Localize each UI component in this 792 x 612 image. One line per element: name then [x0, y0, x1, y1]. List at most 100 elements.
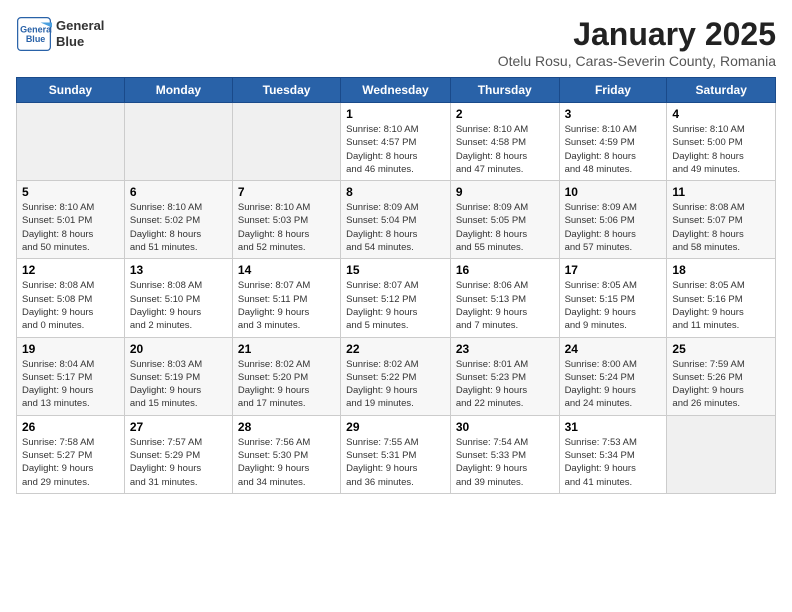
day-number: 4: [672, 107, 770, 121]
day-header-thursday: Thursday: [450, 78, 559, 103]
day-info: Sunrise: 7:56 AM Sunset: 5:30 PM Dayligh…: [238, 436, 335, 489]
day-number: 29: [346, 420, 445, 434]
calendar-cell: 16 Sunrise: 8:06 AM Sunset: 5:13 PM Dayli…: [450, 259, 559, 337]
day-number: 27: [130, 420, 227, 434]
day-number: 14: [238, 263, 335, 277]
day-info: Sunrise: 8:09 AM Sunset: 5:06 PM Dayligh…: [565, 201, 662, 254]
calendar-cell: [124, 103, 232, 181]
day-number: 24: [565, 342, 662, 356]
calendar-cell: 3 Sunrise: 8:10 AM Sunset: 4:59 PM Daylig…: [559, 103, 667, 181]
day-number: 19: [22, 342, 119, 356]
calendar-cell: 2 Sunrise: 8:10 AM Sunset: 4:58 PM Daylig…: [450, 103, 559, 181]
day-number: 2: [456, 107, 554, 121]
calendar-cell: 15 Sunrise: 8:07 AM Sunset: 5:12 PM Dayli…: [341, 259, 451, 337]
calendar-cell: 21 Sunrise: 8:02 AM Sunset: 5:20 PM Dayli…: [232, 337, 340, 415]
week-row-2: 5Sunrise: 8:10 AM Sunset: 5:01 PM Daylig…: [17, 181, 776, 259]
calendar-cell: 12Sunrise: 8:08 AM Sunset: 5:08 PM Dayli…: [17, 259, 125, 337]
day-info: Sunrise: 8:07 AM Sunset: 5:11 PM Dayligh…: [238, 279, 335, 332]
day-number: 30: [456, 420, 554, 434]
day-number: 1: [346, 107, 445, 121]
day-info: Sunrise: 8:04 AM Sunset: 5:17 PM Dayligh…: [22, 358, 119, 411]
day-info: Sunrise: 8:10 AM Sunset: 4:58 PM Dayligh…: [456, 123, 554, 176]
day-info: Sunrise: 8:05 AM Sunset: 5:15 PM Dayligh…: [565, 279, 662, 332]
calendar-table: SundayMondayTuesdayWednesdayThursdayFrid…: [16, 77, 776, 494]
calendar-cell: 14 Sunrise: 8:07 AM Sunset: 5:11 PM Dayli…: [232, 259, 340, 337]
calendar-cell: [17, 103, 125, 181]
header-row: SundayMondayTuesdayWednesdayThursdayFrid…: [17, 78, 776, 103]
calendar-cell: 7Sunrise: 8:10 AM Sunset: 5:03 PM Daylig…: [232, 181, 340, 259]
calendar-title: January 2025: [498, 16, 776, 53]
calendar-cell: 18 Sunrise: 8:05 AM Sunset: 5:16 PM Dayli…: [667, 259, 776, 337]
calendar-cell: 27 Sunrise: 7:57 AM Sunset: 5:29 PM Dayli…: [124, 415, 232, 493]
day-info: Sunrise: 7:53 AM Sunset: 5:34 PM Dayligh…: [565, 436, 662, 489]
calendar-cell: 17 Sunrise: 8:05 AM Sunset: 5:15 PM Dayli…: [559, 259, 667, 337]
calendar-cell: 20Sunrise: 8:03 AM Sunset: 5:19 PM Dayli…: [124, 337, 232, 415]
day-number: 7: [238, 185, 335, 199]
calendar-cell: 29 Sunrise: 7:55 AM Sunset: 5:31 PM Dayli…: [341, 415, 451, 493]
day-info: Sunrise: 7:57 AM Sunset: 5:29 PM Dayligh…: [130, 436, 227, 489]
day-info: Sunrise: 8:05 AM Sunset: 5:16 PM Dayligh…: [672, 279, 770, 332]
calendar-cell: 25 Sunrise: 7:59 AM Sunset: 5:26 PM Dayli…: [667, 337, 776, 415]
day-number: 13: [130, 263, 227, 277]
title-area: January 2025 Otelu Rosu, Caras-Severin C…: [498, 16, 776, 69]
calendar-cell: 30 Sunrise: 7:54 AM Sunset: 5:33 PM Dayli…: [450, 415, 559, 493]
day-number: 5: [22, 185, 119, 199]
day-header-monday: Monday: [124, 78, 232, 103]
calendar-cell: 10 Sunrise: 8:09 AM Sunset: 5:06 PM Dayli…: [559, 181, 667, 259]
calendar-body: 1 Sunrise: 8:10 AM Sunset: 4:57 PM Daylig…: [17, 103, 776, 494]
day-header-sunday: Sunday: [17, 78, 125, 103]
day-number: 28: [238, 420, 335, 434]
calendar-cell: 4 Sunrise: 8:10 AM Sunset: 5:00 PM Daylig…: [667, 103, 776, 181]
day-number: 17: [565, 263, 662, 277]
day-number: 10: [565, 185, 662, 199]
day-number: 3: [565, 107, 662, 121]
day-number: 22: [346, 342, 445, 356]
day-info: Sunrise: 7:55 AM Sunset: 5:31 PM Dayligh…: [346, 436, 445, 489]
day-number: 25: [672, 342, 770, 356]
week-row-3: 12Sunrise: 8:08 AM Sunset: 5:08 PM Dayli…: [17, 259, 776, 337]
logo-text2: Blue: [56, 34, 104, 50]
day-number: 15: [346, 263, 445, 277]
calendar-cell: 8 Sunrise: 8:09 AM Sunset: 5:04 PM Daylig…: [341, 181, 451, 259]
day-info: Sunrise: 8:10 AM Sunset: 4:59 PM Dayligh…: [565, 123, 662, 176]
day-header-wednesday: Wednesday: [341, 78, 451, 103]
week-row-4: 19 Sunrise: 8:04 AM Sunset: 5:17 PM Dayli…: [17, 337, 776, 415]
day-info: Sunrise: 8:10 AM Sunset: 4:57 PM Dayligh…: [346, 123, 445, 176]
day-info: Sunrise: 7:54 AM Sunset: 5:33 PM Dayligh…: [456, 436, 554, 489]
day-number: 16: [456, 263, 554, 277]
calendar-cell: 26Sunrise: 7:58 AM Sunset: 5:27 PM Dayli…: [17, 415, 125, 493]
calendar-cell: 1 Sunrise: 8:10 AM Sunset: 4:57 PM Daylig…: [341, 103, 451, 181]
day-header-saturday: Saturday: [667, 78, 776, 103]
day-info: Sunrise: 8:10 AM Sunset: 5:00 PM Dayligh…: [672, 123, 770, 176]
day-info: Sunrise: 8:08 AM Sunset: 5:08 PM Dayligh…: [22, 279, 119, 332]
calendar-cell: 13Sunrise: 8:08 AM Sunset: 5:10 PM Dayli…: [124, 259, 232, 337]
calendar-subtitle: Otelu Rosu, Caras-Severin County, Romani…: [498, 53, 776, 69]
day-info: Sunrise: 7:59 AM Sunset: 5:26 PM Dayligh…: [672, 358, 770, 411]
day-info: Sunrise: 8:10 AM Sunset: 5:02 PM Dayligh…: [130, 201, 227, 254]
calendar-cell: [232, 103, 340, 181]
day-info: Sunrise: 8:06 AM Sunset: 5:13 PM Dayligh…: [456, 279, 554, 332]
day-info: Sunrise: 8:09 AM Sunset: 5:05 PM Dayligh…: [456, 201, 554, 254]
day-info: Sunrise: 8:08 AM Sunset: 5:07 PM Dayligh…: [672, 201, 770, 254]
day-info: Sunrise: 8:09 AM Sunset: 5:04 PM Dayligh…: [346, 201, 445, 254]
logo-icon: General Blue: [16, 16, 52, 52]
day-info: Sunrise: 8:00 AM Sunset: 5:24 PM Dayligh…: [565, 358, 662, 411]
day-info: Sunrise: 8:01 AM Sunset: 5:23 PM Dayligh…: [456, 358, 554, 411]
day-number: 18: [672, 263, 770, 277]
calendar-cell: 5Sunrise: 8:10 AM Sunset: 5:01 PM Daylig…: [17, 181, 125, 259]
day-info: Sunrise: 8:07 AM Sunset: 5:12 PM Dayligh…: [346, 279, 445, 332]
day-number: 31: [565, 420, 662, 434]
day-number: 9: [456, 185, 554, 199]
day-number: 20: [130, 342, 227, 356]
day-number: 8: [346, 185, 445, 199]
calendar-cell: 11Sunrise: 8:08 AM Sunset: 5:07 PM Dayli…: [667, 181, 776, 259]
day-number: 21: [238, 342, 335, 356]
svg-text:Blue: Blue: [26, 34, 46, 44]
week-row-1: 1 Sunrise: 8:10 AM Sunset: 4:57 PM Daylig…: [17, 103, 776, 181]
calendar-header: SundayMondayTuesdayWednesdayThursdayFrid…: [17, 78, 776, 103]
calendar-cell: 19 Sunrise: 8:04 AM Sunset: 5:17 PM Dayli…: [17, 337, 125, 415]
calendar-cell: 22Sunrise: 8:02 AM Sunset: 5:22 PM Dayli…: [341, 337, 451, 415]
day-info: Sunrise: 7:58 AM Sunset: 5:27 PM Dayligh…: [22, 436, 119, 489]
day-info: Sunrise: 8:02 AM Sunset: 5:20 PM Dayligh…: [238, 358, 335, 411]
calendar-cell: 28 Sunrise: 7:56 AM Sunset: 5:30 PM Dayli…: [232, 415, 340, 493]
